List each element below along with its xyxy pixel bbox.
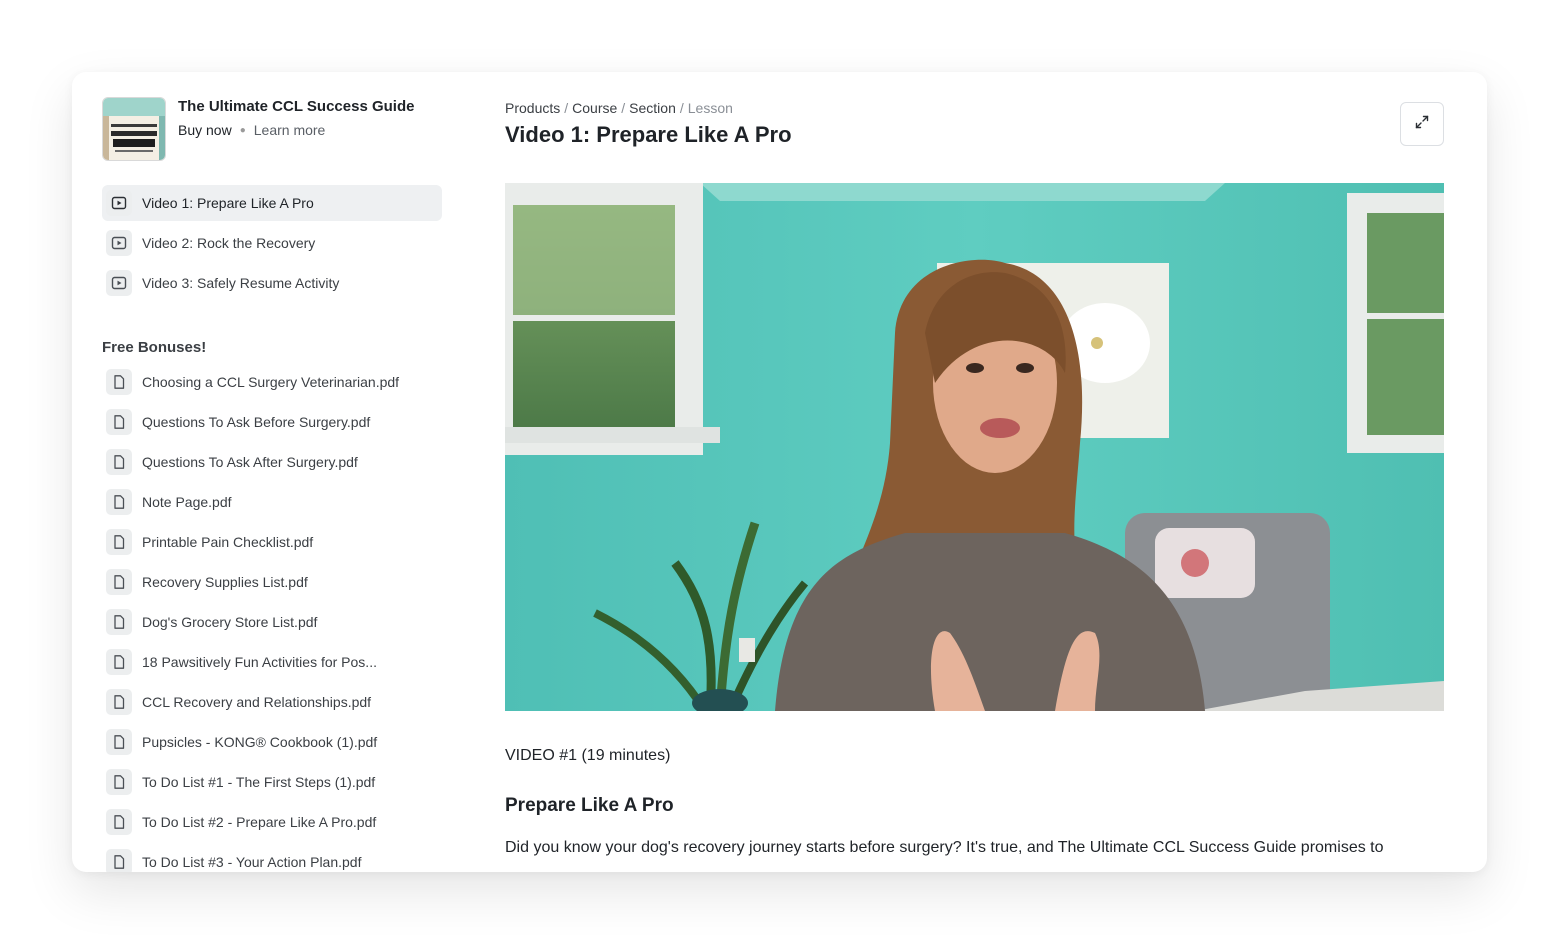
learn-more-link[interactable]: Learn more <box>254 122 326 138</box>
sidebar: The Ultimate CCL Success Guide Buy now ●… <box>102 97 442 872</box>
lesson-label: Video 2: Rock the Recovery <box>142 235 316 251</box>
bonus-file-item[interactable]: Questions To Ask Before Surgery.pdf <box>102 404 442 440</box>
content-heading: Prepare Like A Pro <box>505 795 674 816</box>
video-meta: VIDEO #1 (19 minutes) <box>505 747 671 764</box>
lesson-content: VIDEO #1 (19 minutes) Prepare Like A Pro… <box>505 747 1444 861</box>
file-icon <box>106 769 132 795</box>
file-icon <box>106 489 132 515</box>
breadcrumb-item[interactable]: Course <box>572 100 617 116</box>
product-header: The Ultimate CCL Success Guide Buy now ●… <box>102 97 442 161</box>
bonus-file-item[interactable]: To Do List #1 - The First Steps (1).pdf <box>102 764 442 800</box>
book-cover-image[interactable] <box>102 97 166 161</box>
play-icon <box>106 190 132 216</box>
bonus-file-label: Questions To Ask Before Surgery.pdf <box>142 414 371 430</box>
file-icon <box>106 409 132 435</box>
file-icon <box>106 449 132 475</box>
bonus-file-item[interactable]: Recovery Supplies List.pdf <box>102 564 442 600</box>
bonus-file-label: To Do List #1 - The First Steps (1).pdf <box>142 774 376 790</box>
bonus-file-label: Recovery Supplies List.pdf <box>142 574 308 590</box>
lesson-item-video-2[interactable]: Video 2: Rock the Recovery <box>102 225 442 261</box>
bonus-file-label: Note Page.pdf <box>142 494 232 510</box>
file-icon <box>106 729 132 755</box>
page-title: Video 1: Prepare Like A Pro <box>505 122 792 147</box>
bonus-file-label: Questions To Ask After Surgery.pdf <box>142 454 358 470</box>
course-window: The Ultimate CCL Success Guide Buy now ●… <box>72 72 1487 872</box>
bonuses-heading: Free Bonuses! <box>102 339 207 356</box>
bonus-file-item[interactable]: Note Page.pdf <box>102 484 442 520</box>
lesson-main: Products / Course / Section / Lesson Video 1: … <box>505 100 1444 856</box>
bonus-file-label: Choosing a CCL Surgery Veterinarian.pdf <box>142 374 400 390</box>
content-body: Did you know your dog's recovery journey… <box>505 839 1384 856</box>
breadcrumb-separator: / <box>564 100 569 116</box>
bonus-file-item[interactable]: Pupsicles - KONG® Cookbook (1).pdf <box>102 724 442 760</box>
bonus-file-label: Printable Pain Checklist.pdf <box>142 534 314 550</box>
breadcrumb-item[interactable]: Section <box>629 100 676 116</box>
play-icon <box>106 230 132 256</box>
bonus-file-item[interactable]: Questions To Ask After Surgery.pdf <box>102 444 442 480</box>
bonus-file-label: 18 Pawsitively Fun Activities for Pos... <box>142 654 377 670</box>
bonus-file-item[interactable]: Printable Pain Checklist.pdf <box>102 524 442 560</box>
breadcrumb-current: Lesson <box>687 100 733 116</box>
file-icon <box>106 609 132 635</box>
breadcrumb-separator: / <box>621 100 626 116</box>
file-icon <box>106 529 132 555</box>
expand-icon <box>1414 114 1430 135</box>
breadcrumb-separator: / <box>679 100 684 116</box>
bonus-file-label: CCL Recovery and Relationships.pdf <box>142 694 372 710</box>
bonus-file-item[interactable]: CCL Recovery and Relationships.pdf <box>102 684 442 720</box>
lesson-item-video-1[interactable]: Video 1: Prepare Like A Pro <box>102 185 442 221</box>
dot-separator: ● <box>239 124 246 136</box>
file-icon <box>106 649 132 675</box>
buy-now-link[interactable]: Buy now <box>178 122 232 138</box>
expand-button[interactable] <box>1400 102 1444 146</box>
bonus-file-label: Dog's Grocery Store List.pdf <box>142 614 318 630</box>
bonus-file-item[interactable]: 18 Pawsitively Fun Activities for Pos... <box>102 644 442 680</box>
lesson-list: Video 1: Prepare Like A Pro Video 2: Roc… <box>102 185 442 301</box>
product-title[interactable]: The Ultimate CCL Success Guide <box>178 98 414 116</box>
bonus-file-item[interactable]: Dog's Grocery Store List.pdf <box>102 604 442 640</box>
breadcrumb: Products / Course / Section / Lesson <box>505 100 1444 116</box>
bonus-file-item[interactable]: Choosing a CCL Surgery Veterinarian.pdf <box>102 364 442 400</box>
bonus-file-item[interactable]: To Do List #3 - Your Action Plan.pdf <box>102 844 442 872</box>
lesson-label: Video 3: Safely Resume Activity <box>142 275 340 291</box>
play-icon <box>106 270 132 296</box>
lesson-item-video-3[interactable]: Video 3: Safely Resume Activity <box>102 265 442 301</box>
file-icon <box>106 569 132 595</box>
bonus-file-item[interactable]: To Do List #2 - Prepare Like A Pro.pdf <box>102 804 442 840</box>
file-icon <box>106 809 132 835</box>
file-icon <box>106 849 132 872</box>
file-icon <box>106 689 132 715</box>
product-links: Buy now ● Learn more <box>178 122 414 138</box>
product-info: The Ultimate CCL Success Guide Buy now ●… <box>178 97 414 138</box>
bonus-file-list: Choosing a CCL Surgery Veterinarian.pdf Q… <box>102 364 442 872</box>
file-icon <box>106 369 132 395</box>
bonus-file-label: Pupsicles - KONG® Cookbook (1).pdf <box>142 734 378 750</box>
video-player[interactable] <box>505 183 1444 711</box>
bonus-file-label: To Do List #2 - Prepare Like A Pro.pdf <box>142 814 377 830</box>
lesson-label: Video 1: Prepare Like A Pro <box>142 195 314 211</box>
bonus-file-label: To Do List #3 - Your Action Plan.pdf <box>142 854 362 870</box>
breadcrumb-item[interactable]: Products <box>505 100 560 116</box>
